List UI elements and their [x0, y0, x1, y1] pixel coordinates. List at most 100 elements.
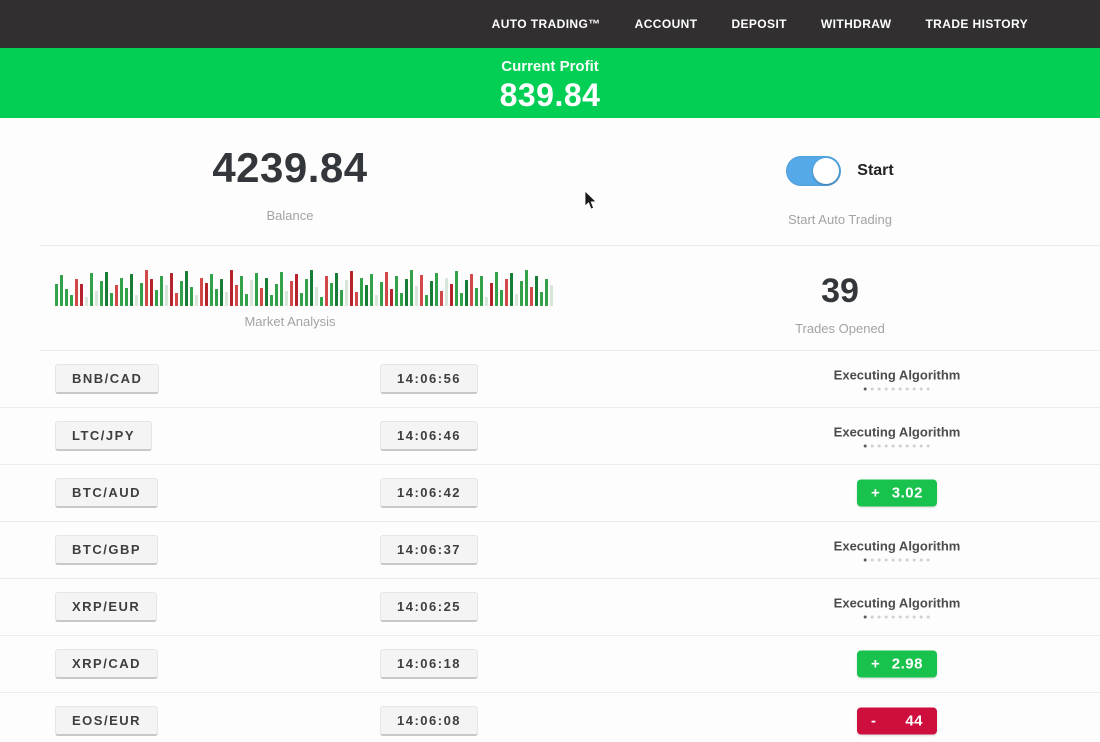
market-bar	[340, 290, 343, 306]
toggle-label: Start	[857, 162, 893, 180]
market-bar	[145, 270, 148, 306]
market-bar	[205, 283, 208, 306]
market-bar	[100, 281, 103, 306]
market-bar	[480, 276, 483, 306]
badge-value: 44	[905, 713, 923, 730]
market-bar	[295, 274, 298, 306]
market-bar	[500, 290, 503, 306]
time-chip: 14:06:42	[380, 478, 478, 508]
progress-dot	[864, 445, 867, 448]
market-bar	[70, 295, 73, 306]
market-bar	[60, 275, 63, 306]
time-chip: 14:06:08	[380, 706, 478, 736]
market-bar	[540, 292, 543, 306]
nav-item-trade-history[interactable]: TRADE HISTORY	[925, 17, 1028, 31]
progress-dot	[927, 559, 930, 562]
trade-rows: BNB/CAD14:06:56Executing AlgorithmLTC/JP…	[0, 351, 1100, 742]
market-bar	[475, 288, 478, 306]
market-bar	[130, 274, 133, 306]
market-bar	[515, 294, 518, 306]
time-chip: 14:06:18	[380, 649, 478, 679]
market-bar	[160, 276, 163, 306]
pair-chip: XRP/EUR	[55, 592, 157, 622]
market-bar	[270, 295, 273, 306]
pair-chip: EOS/EUR	[55, 706, 158, 736]
market-bar	[530, 287, 533, 306]
market-bar	[420, 275, 423, 306]
market-bar	[110, 293, 113, 306]
market-bar	[495, 272, 498, 306]
market-analysis-chart	[55, 268, 553, 306]
badge-sign: +	[871, 485, 880, 502]
progress-dot	[885, 388, 888, 391]
market-bar	[315, 287, 318, 306]
time-chip: 14:06:56	[380, 364, 478, 394]
pair-chip: XRP/CAD	[55, 649, 158, 679]
trade-row: BTC/AUD14:06:42+3.02	[0, 465, 1100, 522]
top-nav: AUTO TRADING™ ACCOUNT DEPOSIT WITHDRAW T…	[0, 0, 1100, 48]
market-bar	[450, 284, 453, 306]
auto-trading-toggle[interactable]	[786, 156, 841, 186]
market-bar	[240, 276, 243, 306]
nav-item-auto-trading[interactable]: AUTO TRADING™	[492, 17, 601, 31]
market-bar	[265, 278, 268, 307]
market-bar	[345, 280, 348, 306]
market-bar	[320, 297, 323, 307]
time-chip: 14:06:37	[380, 535, 478, 565]
market-bar	[85, 297, 88, 307]
market-bar	[95, 291, 98, 306]
executing-algorithm-label: Executing Algorithm	[834, 539, 961, 554]
nav-item-deposit[interactable]: DEPOSIT	[731, 17, 786, 31]
progress-dot	[892, 445, 895, 448]
market-bar	[305, 279, 308, 306]
trades-opened-label: Trades Opened	[795, 321, 885, 336]
progress-dot	[878, 616, 881, 619]
market-bar	[115, 285, 118, 306]
market-bar	[200, 278, 203, 307]
market-bar	[120, 278, 123, 307]
progress-dot	[920, 559, 923, 562]
progress-dot	[920, 616, 923, 619]
market-bar	[255, 273, 258, 306]
market-bar	[220, 279, 223, 306]
progress-dots	[834, 388, 961, 391]
profit-badge: +2.98	[857, 651, 937, 678]
market-bar	[465, 280, 468, 306]
progress-dot	[864, 616, 867, 619]
market-bar	[195, 295, 198, 306]
market-bar	[125, 288, 128, 306]
trade-row: EOS/EUR14:06:08-44	[0, 693, 1100, 742]
trade-row: XRP/CAD 14:06:18 +2.98	[0, 636, 1100, 693]
market-bar	[210, 274, 213, 306]
market-bar	[525, 270, 528, 306]
badge-value: 3.02	[892, 485, 923, 502]
trade-status: +2.98	[857, 651, 937, 678]
market-bar	[280, 272, 283, 306]
market-bar	[90, 273, 93, 306]
progress-dot	[878, 445, 881, 448]
nav-item-withdraw[interactable]: WITHDRAW	[821, 17, 892, 31]
nav-item-account[interactable]: ACCOUNT	[635, 17, 698, 31]
progress-dot	[892, 388, 895, 391]
market-bar	[490, 283, 493, 306]
time-chip: 14:06:25	[380, 592, 478, 622]
market-bar	[440, 291, 443, 306]
progress-dot	[906, 445, 909, 448]
market-bar	[80, 284, 83, 306]
market-bar	[190, 287, 193, 306]
market-bar	[520, 281, 523, 306]
current-profit-value: 839.84	[0, 77, 1100, 114]
profit-badge: +3.02	[857, 480, 937, 507]
market-bar	[275, 284, 278, 306]
progress-dot	[906, 559, 909, 562]
trade-status: Executing Algorithm	[834, 539, 961, 562]
market-bar	[485, 297, 488, 307]
progress-dot	[885, 445, 888, 448]
market-bar	[435, 273, 438, 306]
progress-dot	[878, 559, 881, 562]
progress-dot	[913, 616, 916, 619]
trade-row: LTC/JPY14:06:46Executing Algorithm	[0, 408, 1100, 465]
badge-sign: +	[871, 656, 880, 673]
balance-section: 4239.84 Balance Start Start Auto Trading	[0, 118, 1100, 245]
time-chip: 14:06:46	[380, 421, 478, 451]
